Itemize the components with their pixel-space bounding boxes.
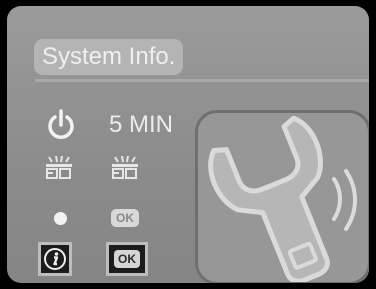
power-icon bbox=[48, 109, 74, 139]
title-divider bbox=[35, 79, 369, 82]
tools-tile[interactable] bbox=[195, 110, 369, 283]
device-frame: System Info. 5 MIN OK OK bbox=[0, 0, 376, 289]
dot-icon bbox=[54, 212, 67, 225]
ok-button[interactable]: OK bbox=[106, 242, 148, 276]
wrench-wireless-icon bbox=[208, 115, 357, 282]
info-icon bbox=[44, 248, 66, 270]
ok-button-label: OK bbox=[114, 250, 140, 268]
gauge-icon bbox=[46, 155, 72, 179]
system-info-screen: System Info. 5 MIN OK OK bbox=[7, 6, 369, 283]
timeout-value: 5 MIN bbox=[109, 111, 174, 138]
page-title: System Info. bbox=[34, 39, 184, 75]
gauge-icon bbox=[112, 155, 138, 179]
ok-status-chip: OK bbox=[111, 209, 139, 227]
info-button[interactable] bbox=[38, 242, 72, 276]
